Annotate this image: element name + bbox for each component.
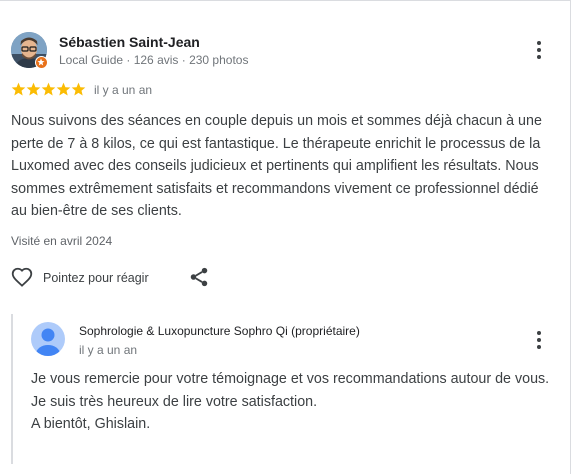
reviewer-name[interactable]: Sébastien Saint-Jean <box>59 34 200 50</box>
star-rating <box>11 82 86 96</box>
owner-name[interactable]: Sophrologie & Luxopuncture Sophro Qi (pr… <box>79 324 360 338</box>
reply-more-options-button[interactable] <box>531 328 547 352</box>
owner-avatar[interactable] <box>31 322 65 356</box>
like-label: Pointez pour réagir <box>43 271 149 285</box>
reply-line: Je vous remercie pour votre témoignage e… <box>31 371 550 387</box>
like-button[interactable]: Pointez pour réagir <box>11 265 161 291</box>
share-icon <box>190 267 208 287</box>
reply-line: A bientôt, Ghislain. <box>31 416 151 433</box>
visit-date: Visité en avril 2024 <box>11 234 113 248</box>
star-icon <box>11 82 26 96</box>
reviewer-header: Sébastien Saint-Jean Local Guide · 126 a… <box>11 32 561 72</box>
owner-reply: Sophrologie & Luxopuncture Sophro Qi (pr… <box>11 314 558 464</box>
share-button[interactable] <box>188 266 210 288</box>
review-date: il y a un an <box>94 83 153 97</box>
more-vert-icon <box>537 41 541 45</box>
star-icon <box>41 82 56 96</box>
star-icon <box>71 82 86 96</box>
reviewer-meta[interactable]: Local Guide · 126 avis · 230 photos <box>59 53 248 67</box>
star-icon <box>26 82 41 96</box>
review-text: Nous suivons des séances en couple depui… <box>11 113 542 220</box>
owner-reply-date: il y a un an <box>79 343 138 357</box>
default-person-icon <box>36 328 60 356</box>
local-guide-badge-icon <box>35 56 48 69</box>
more-options-button[interactable] <box>531 38 547 62</box>
review-card: Sébastien Saint-Jean Local Guide · 126 a… <box>0 0 571 474</box>
more-vert-icon <box>537 331 541 335</box>
reviewer-avatar[interactable] <box>11 32 48 69</box>
star-icon <box>56 82 71 96</box>
heart-outline-icon <box>11 267 33 287</box>
reply-line: Je suis très heureux de lire votre satis… <box>31 393 318 410</box>
owner-reply-text: Je vous remercie pour votre témoignage e… <box>31 368 551 436</box>
